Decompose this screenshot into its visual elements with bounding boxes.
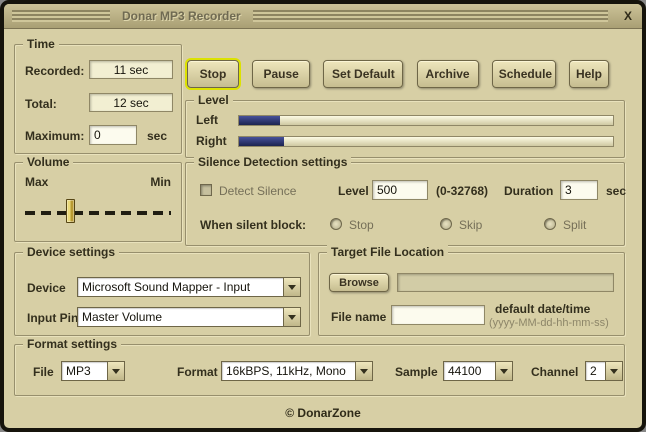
volume-max-label: Max	[25, 175, 49, 189]
volume-min-label: Min	[150, 175, 171, 189]
silent-split-label: Split	[563, 218, 587, 232]
level-left-label: Left	[196, 113, 218, 127]
level-row-right: Right	[196, 134, 614, 148]
file-type-label: File	[33, 365, 54, 379]
help-button[interactable]: Help	[568, 60, 609, 88]
input-pin-label: Input Pin	[27, 311, 79, 325]
level-group: Level Left Right	[185, 93, 625, 158]
chevron-down-icon	[288, 314, 296, 320]
input-pin-select[interactable]: Master Volume	[77, 307, 301, 327]
level-right-label: Right	[196, 134, 227, 148]
silence-duration-input[interactable]: 3	[560, 180, 598, 200]
level-group-label: Level	[194, 93, 233, 107]
device-select[interactable]: Microsoft Sound Mapper - Input	[77, 277, 301, 297]
file-name-label: File name	[331, 310, 387, 324]
device-select-value: Microsoft Sound Mapper - Input	[82, 280, 251, 294]
volume-group-label: Volume	[23, 155, 74, 169]
schedule-button[interactable]: Schedule	[491, 60, 556, 88]
file-name-input[interactable]	[391, 305, 485, 325]
input-pin-select-chevron[interactable]	[283, 308, 300, 326]
copyright-text: © DonarZone	[285, 406, 361, 420]
device-group: Device settings Device Microsoft Sound M…	[14, 245, 310, 336]
channel-select-chevron[interactable]	[605, 362, 622, 380]
titlebar-stripes-left	[12, 10, 110, 22]
silence-group-label: Silence Detection settings	[194, 155, 352, 169]
level-right-meter	[238, 135, 614, 147]
time-group: Time Recorded: 11 sec Total: 12 sec Maxi…	[14, 37, 182, 154]
device-group-label: Device settings	[23, 245, 120, 259]
format-label: Format	[177, 365, 218, 379]
sample-select-value: 44100	[448, 364, 482, 378]
silent-split-radio[interactable]	[544, 218, 556, 230]
when-silent-label: When silent block:	[200, 218, 307, 232]
volume-group: Volume Max Min	[14, 155, 182, 242]
input-pin-select-value: Master Volume	[82, 310, 163, 324]
default-datetime-hint: default date/time	[495, 302, 591, 316]
device-select-chevron[interactable]	[283, 278, 300, 296]
titlebar-stripes-right	[252, 10, 608, 22]
silence-group: Silence Detection settings Detect Silenc…	[185, 155, 627, 246]
target-group: Target File Location Browse File name de…	[318, 245, 625, 336]
level-right-fill	[239, 136, 284, 146]
level-left-meter	[238, 114, 614, 126]
silence-level-label: Level	[338, 184, 369, 198]
format-select-value: 16kBPS, 11kHz, Mono	[226, 364, 346, 378]
file-type-select-chevron[interactable]	[107, 362, 124, 380]
silent-skip-radio[interactable]	[440, 218, 452, 230]
detect-silence-checkbox[interactable]	[200, 184, 212, 196]
level-row-left: Left	[196, 113, 614, 127]
chevron-down-icon	[360, 368, 368, 374]
app-window: Donar MP3 Recorder X Time Recorded: 11 s…	[0, 0, 646, 432]
device-label: Device	[27, 281, 66, 295]
channel-select[interactable]: 2	[585, 361, 623, 381]
volume-slider-track[interactable]	[25, 211, 171, 215]
silence-level-range-label: (0-32768)	[436, 184, 489, 198]
titlebar: Donar MP3 Recorder X	[4, 4, 642, 29]
silence-duration-unit-label: sec	[606, 184, 627, 198]
maximum-unit-label: sec	[147, 129, 168, 143]
maximum-label: Maximum:	[25, 129, 85, 143]
transport-button-row: Stop Pause Set Default Archive Schedule …	[187, 60, 609, 88]
stop-button[interactable]: Stop	[187, 60, 239, 88]
silent-skip-label: Skip	[459, 218, 483, 232]
target-group-label: Target File Location	[327, 245, 449, 259]
close-icon[interactable]: X	[618, 9, 638, 23]
format-group-label: Format settings	[23, 337, 122, 351]
channel-label: Channel	[531, 365, 579, 379]
file-type-select-value: MP3	[66, 364, 91, 378]
silence-duration-label: Duration	[504, 184, 554, 198]
recorded-label: Recorded:	[25, 64, 85, 78]
silence-level-input[interactable]: 500	[372, 180, 428, 200]
sample-select-chevron[interactable]	[495, 362, 512, 380]
browse-button[interactable]: Browse	[329, 273, 389, 292]
silent-stop-label: Stop	[349, 218, 374, 232]
chevron-down-icon	[610, 368, 618, 374]
recorded-value-field: 11 sec	[89, 60, 173, 79]
chevron-down-icon	[288, 284, 296, 290]
channel-select-value: 2	[590, 364, 597, 378]
chevron-down-icon	[112, 368, 120, 374]
sample-label: Sample	[395, 365, 438, 379]
silent-stop-radio[interactable]	[330, 218, 342, 230]
archive-button[interactable]: Archive	[416, 60, 479, 88]
format-select-chevron[interactable]	[355, 362, 372, 380]
sample-select[interactable]: 44100	[443, 361, 513, 381]
format-select[interactable]: 16kBPS, 11kHz, Mono	[221, 361, 373, 381]
file-type-select[interactable]: MP3	[61, 361, 125, 381]
level-left-fill	[239, 115, 281, 125]
maximum-input[interactable]: 0	[89, 125, 137, 145]
total-label: Total:	[25, 97, 57, 111]
set-default-button[interactable]: Set Default	[323, 60, 404, 88]
pause-button[interactable]: Pause	[252, 60, 311, 88]
target-path-field	[397, 273, 614, 292]
window-title: Donar MP3 Recorder	[122, 9, 241, 23]
total-value-field: 12 sec	[89, 93, 173, 112]
datetime-format-hint: (yyyy-MM-dd-hh-mm-ss)	[489, 317, 609, 329]
chevron-down-icon	[500, 368, 508, 374]
detect-silence-label: Detect Silence	[219, 184, 297, 198]
format-group: Format settings File MP3 Format 16kBPS, …	[14, 337, 625, 396]
level-meters: Left Right	[196, 113, 614, 148]
time-group-label: Time	[23, 37, 59, 51]
volume-slider-handle[interactable]	[66, 199, 76, 223]
